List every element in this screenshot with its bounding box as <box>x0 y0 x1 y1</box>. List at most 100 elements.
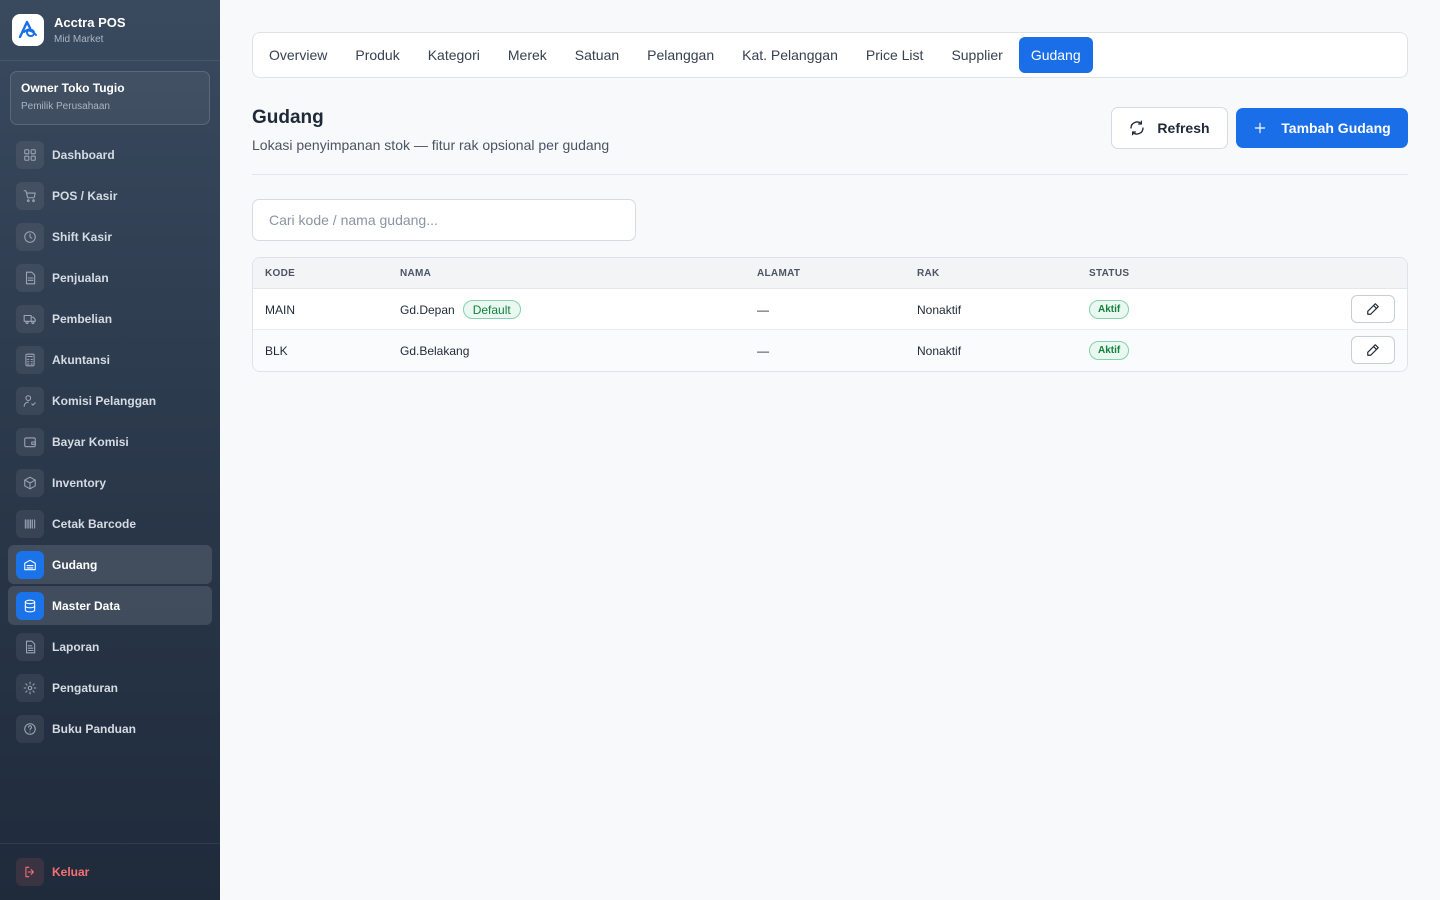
brand-title: Acctra POS <box>54 15 126 30</box>
calculator-icon <box>16 345 44 374</box>
sidebar-item-label: Akuntansi <box>52 352 111 367</box>
warehouse-name: Gd.Depan <box>400 302 455 317</box>
sidebar-item-inventory[interactable]: Inventory <box>8 463 212 502</box>
sidebar-item-label: Shift Kasir <box>52 229 113 244</box>
sidebar-item-gudang[interactable]: Gudang <box>8 545 212 584</box>
cell-nama: Gd.Depan Default <box>400 289 521 330</box>
page-subtitle: Lokasi penyimpanan stok — fitur rak opsi… <box>252 137 610 153</box>
sidebar-item-label: Cetak Barcode <box>52 516 137 531</box>
edit-button[interactable] <box>1351 336 1395 364</box>
search-input[interactable] <box>252 199 636 241</box>
sidebar: Acctra POS Mid Market Owner Toko Tugio P… <box>0 0 220 900</box>
tab-overview[interactable]: Overview <box>257 37 339 73</box>
gear-icon <box>16 673 44 702</box>
column-header-status[interactable]: STATUS <box>1089 268 1129 279</box>
tab-price-list[interactable]: Price List <box>854 37 936 73</box>
sidebar-item-dashboard[interactable]: Dashboard <box>8 135 212 174</box>
sidebar-item-label: Pembelian <box>52 311 113 326</box>
sidebar-item-penjualan[interactable]: Penjualan <box>8 258 212 297</box>
wallet-icon <box>16 427 44 456</box>
sidebar-item-label: Bayar Komisi <box>52 434 129 449</box>
default-badge: Default <box>462 300 521 319</box>
status-badge: Aktif <box>1089 341 1130 360</box>
logout-icon <box>16 858 44 886</box>
sidebar-item-cetak-barcode[interactable]: Cetak Barcode <box>8 504 212 543</box>
cell-nama: Gd.Belakang <box>400 330 469 371</box>
sidebar-item-pengaturan[interactable]: Pengaturan <box>8 668 212 707</box>
sidebar-item-akuntansi[interactable]: Akuntansi <box>8 340 212 379</box>
logout-label: Keluar <box>52 865 90 879</box>
sidebar-item-label: Penjualan <box>52 270 109 285</box>
column-header-rak[interactable]: RAK <box>917 268 940 279</box>
tab-gudang[interactable]: Gudang <box>1018 37 1093 73</box>
pencil-icon <box>1367 344 1379 356</box>
brand: Acctra POS Mid Market <box>0 0 220 61</box>
sidebar-item-label: Master Data <box>52 598 121 613</box>
tab-satuan[interactable]: Satuan <box>563 37 631 73</box>
cell-status: Aktif <box>1089 289 1130 330</box>
plus-icon <box>1255 122 1266 134</box>
document-icon <box>16 263 44 292</box>
database-icon <box>16 591 44 620</box>
sidebar-nav: Dashboard POS / Kasir Shift Kasir Penjua… <box>8 135 212 750</box>
sidebar-item-komisi-pelanggan[interactable]: Komisi Pelanggan <box>8 381 212 420</box>
user-commission-icon <box>16 386 44 415</box>
table-row[interactable]: MAIN Gd.Depan Default — Nonaktif Aktif <box>253 289 1407 330</box>
column-header-alamat[interactable]: ALAMAT <box>757 268 800 279</box>
refresh-icon <box>1130 120 1145 136</box>
help-icon <box>16 714 44 743</box>
sidebar-item-label: Pengaturan <box>52 680 119 695</box>
cell-alamat: — <box>757 302 769 317</box>
warehouse-icon <box>16 550 44 579</box>
header-divider <box>252 174 1408 175</box>
sidebar-item-pembelian[interactable]: Pembelian <box>8 299 212 338</box>
cell-alamat: — <box>757 343 769 358</box>
clock-icon <box>16 222 44 251</box>
owner-name: Owner Toko Tugio <box>21 81 125 95</box>
add-warehouse-button[interactable]: Tambah Gudang <box>1236 108 1408 148</box>
tab-pelanggan[interactable]: Pelanggan <box>635 37 726 73</box>
add-warehouse-label: Tambah Gudang <box>1281 120 1391 136</box>
cell-status: Aktif <box>1089 330 1130 371</box>
page-title: Gudang <box>252 107 324 128</box>
tab-kat-pelanggan[interactable]: Kat. Pelanggan <box>730 37 850 73</box>
column-header-kode[interactable]: KODE <box>265 268 295 279</box>
owner-role: Pemilik Perusahaan <box>21 101 110 112</box>
table-row[interactable]: BLK Gd.Belakang — Nonaktif Aktif <box>253 330 1407 371</box>
refresh-label: Refresh <box>1157 120 1210 136</box>
warehouse-name: Gd.Belakang <box>400 343 470 358</box>
sidebar-item-buku-panduan[interactable]: Buku Panduan <box>8 709 212 748</box>
sidebar-item-label: Inventory <box>52 475 107 490</box>
table-header: KODE NAMA ALAMAT RAK STATUS <box>253 258 1407 289</box>
master-data-tabs: Overview Produk Kategori Merek Satuan Pe… <box>252 32 1408 78</box>
barcode-icon <box>16 509 44 538</box>
dashboard-icon <box>16 140 44 169</box>
column-header-nama[interactable]: NAMA <box>400 268 431 279</box>
cell-kode: BLK <box>265 343 288 358</box>
edit-button[interactable] <box>1351 295 1395 323</box>
sidebar-item-label: Dashboard <box>52 147 115 162</box>
truck-icon <box>16 304 44 333</box>
sidebar-item-laporan[interactable]: Laporan <box>8 627 212 666</box>
tab-kategori[interactable]: Kategori <box>416 37 492 73</box>
owner-card[interactable]: Owner Toko Tugio Pemilik Perusahaan <box>10 71 210 125</box>
sidebar-item-label: POS / Kasir <box>52 188 118 203</box>
sidebar-item-shift-kasir[interactable]: Shift Kasir <box>8 217 212 256</box>
sidebar-item-bayar-komisi[interactable]: Bayar Komisi <box>8 422 212 461</box>
tab-produk[interactable]: Produk <box>343 37 411 73</box>
brand-subtitle: Mid Market <box>54 34 104 45</box>
logout-button[interactable]: Keluar <box>0 843 220 900</box>
warehouse-table: KODE NAMA ALAMAT RAK STATUS MAIN Gd.Depa… <box>252 257 1408 372</box>
cart-icon <box>16 181 44 210</box>
tab-supplier[interactable]: Supplier <box>939 37 1014 73</box>
cell-kode: MAIN <box>265 302 295 317</box>
sidebar-item-label: Buku Panduan <box>52 721 137 736</box>
sidebar-item-pos-kasir[interactable]: POS / Kasir <box>8 176 212 215</box>
tab-merek[interactable]: Merek <box>496 37 559 73</box>
cell-rak: Nonaktif <box>917 302 962 317</box>
refresh-button[interactable]: Refresh <box>1111 107 1228 149</box>
sidebar-item-master-data[interactable]: Master Data <box>8 586 212 625</box>
report-icon <box>16 632 44 661</box>
sidebar-item-label: Komisi Pelanggan <box>52 393 157 408</box>
acctra-logo-icon <box>12 14 44 46</box>
